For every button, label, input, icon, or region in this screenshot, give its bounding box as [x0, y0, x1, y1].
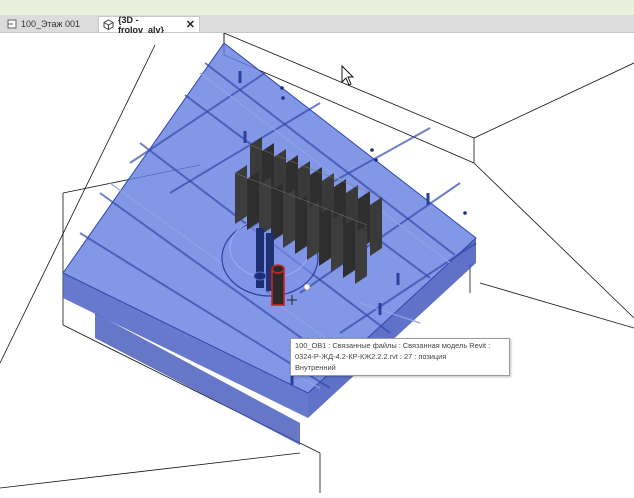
tab-3d-view[interactable]: {3D - frolov_alv} ✕ — [98, 14, 200, 35]
element-tooltip: 100_ОВ1 : Связанные файлы : Связанная мо… — [290, 338, 510, 376]
tooltip-line-3: Внутренний — [295, 363, 336, 372]
tooltip-line-1: 100_ОВ1 : Связанные файлы : Связанная мо… — [295, 341, 491, 350]
close-icon[interactable]: ✕ — [186, 18, 195, 31]
tab-floor-plan[interactable]: 100_Этаж 001 — [2, 16, 96, 32]
3d-viewport[interactable]: 100_ОВ1 : Связанные файлы : Связанная мо… — [0, 32, 634, 493]
view-tab-bar: 100_Этаж 001 {3D - frolov_alv} ✕ — [0, 14, 634, 35]
tab-label: 100_Этаж 001 — [21, 19, 81, 29]
ribbon-bottom-strip — [0, 0, 634, 15]
grip-point[interactable] — [303, 283, 311, 291]
mouse-pointer-icon — [341, 64, 355, 86]
tab-label: {3D - frolov_alv} — [118, 14, 165, 35]
floor-plan-icon — [6, 19, 17, 30]
model-canvas[interactable] — [0, 32, 634, 493]
tooltip-line-2: 0324-Р-ЖД-4.2-КР-КЖ2.2.2.rvt : 27 : пози… — [295, 352, 447, 361]
3d-view-icon — [103, 19, 114, 30]
